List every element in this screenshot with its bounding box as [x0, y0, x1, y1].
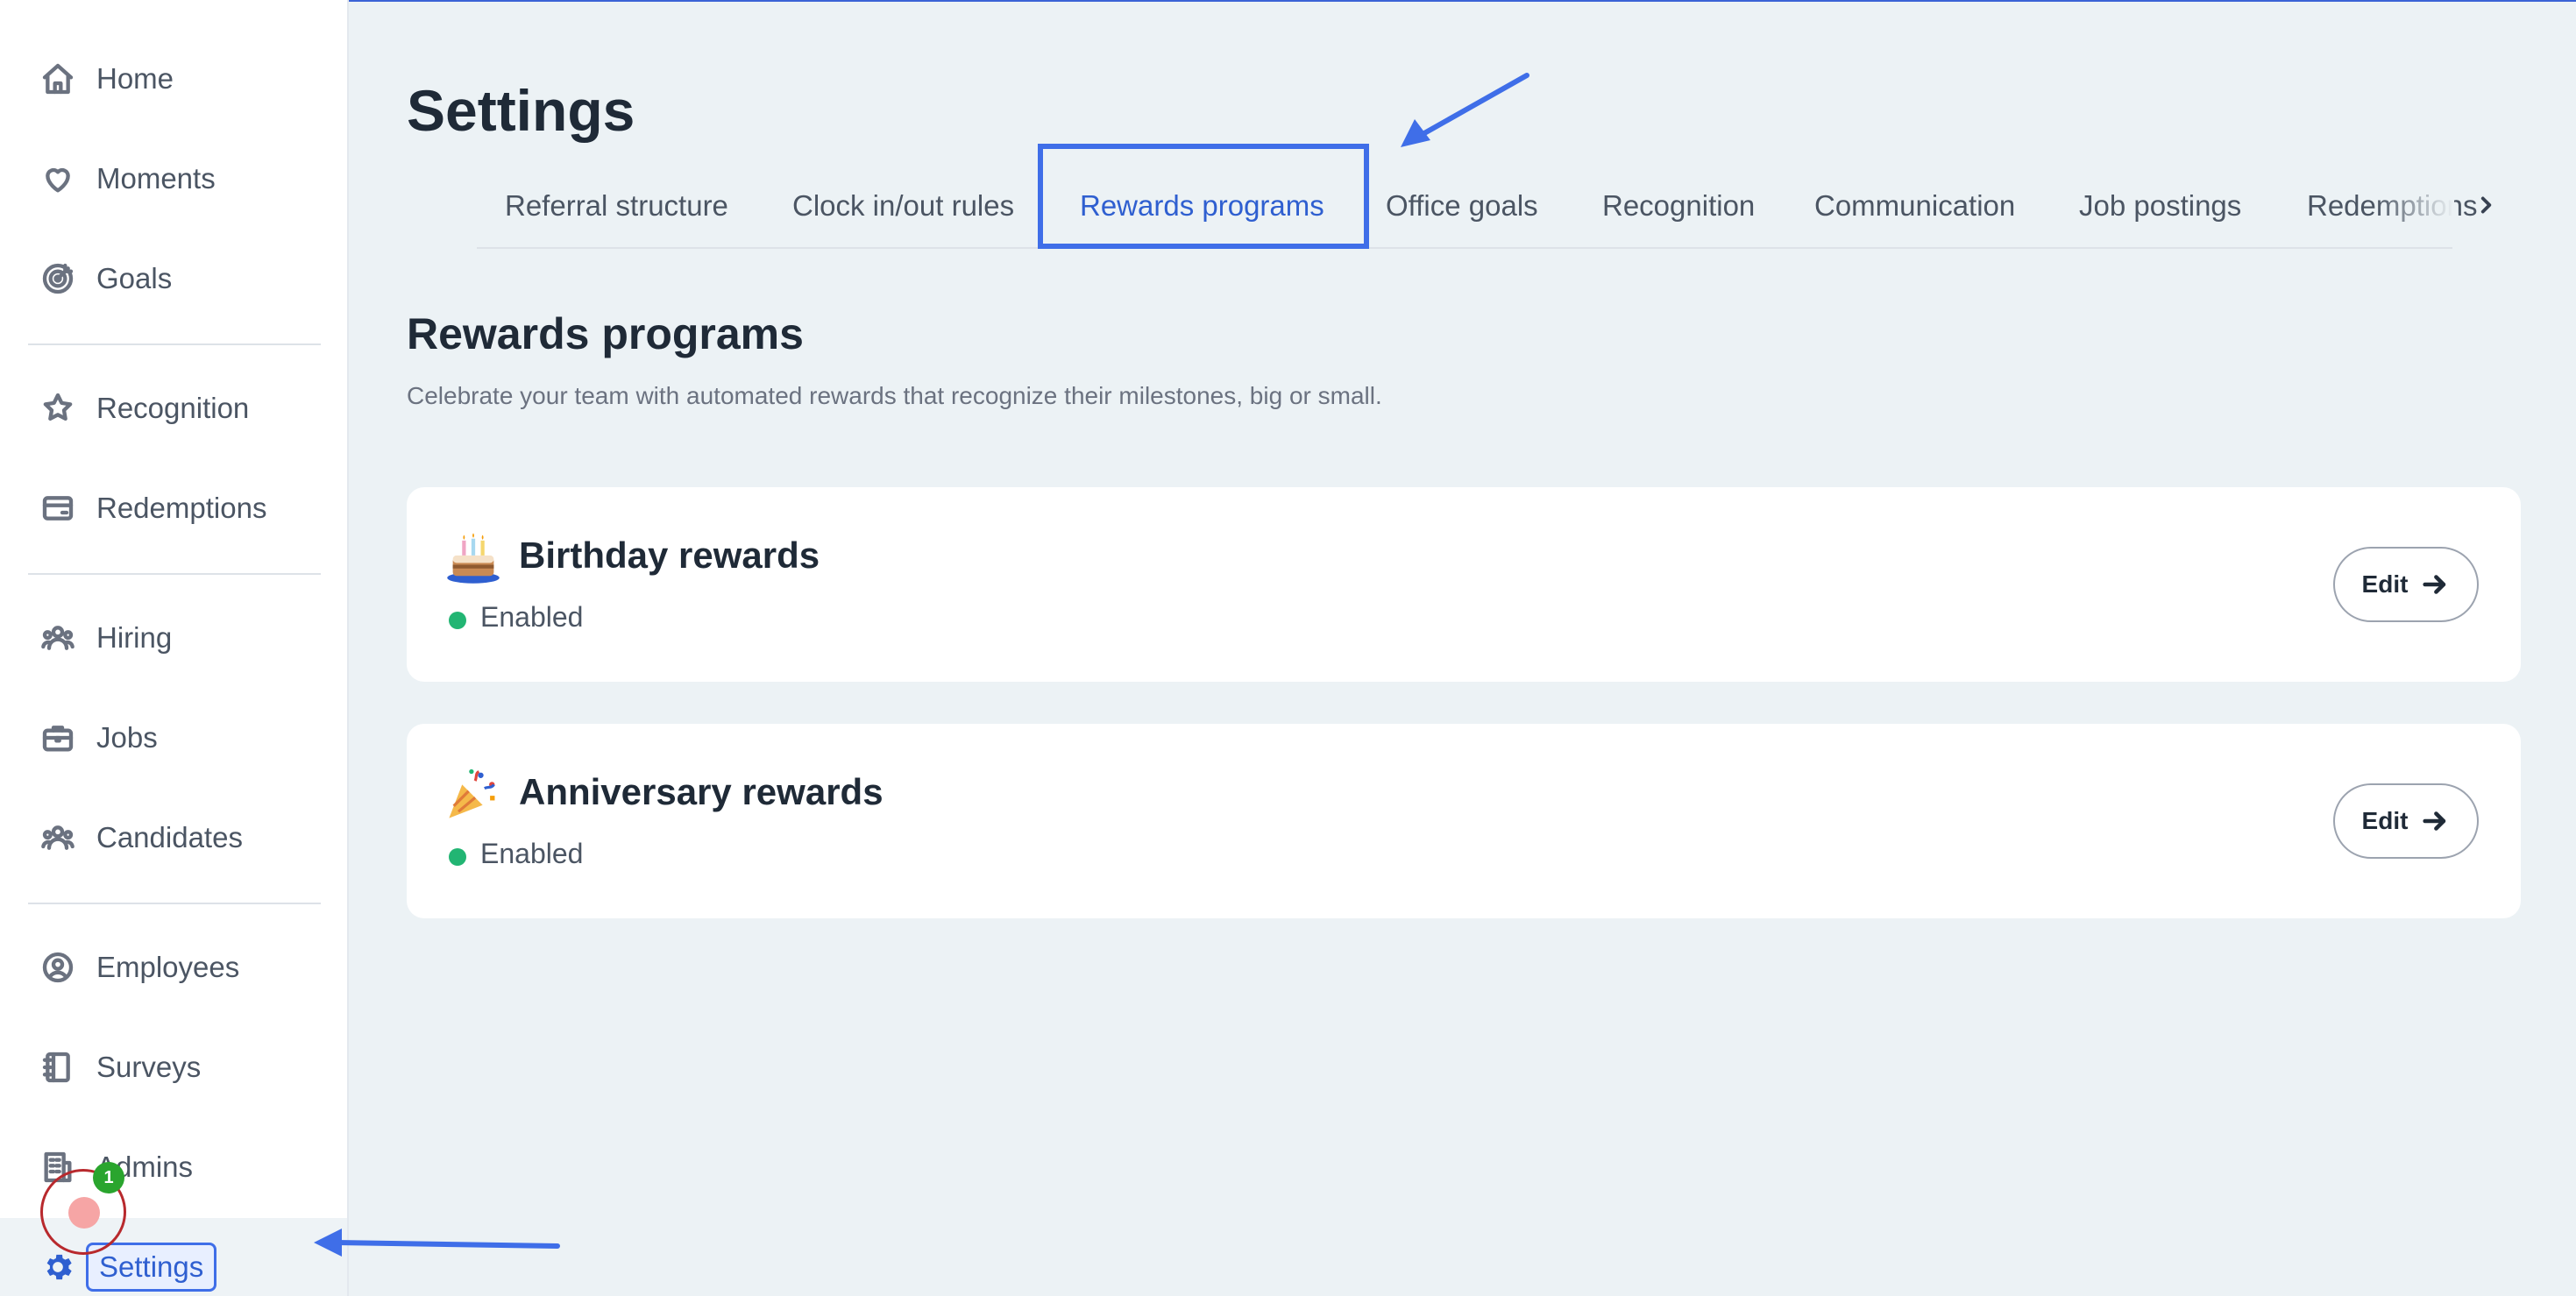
sidebar-item-label: Goals [96, 262, 173, 294]
sidebar-item-hiring[interactable]: Hiring [28, 612, 326, 664]
reward-card-title: Anniversary rewards [519, 771, 884, 812]
user-circle-icon [28, 948, 86, 987]
party-popper-icon [444, 764, 503, 824]
people-icon [28, 619, 86, 657]
top-accent-line [0, 0, 2576, 2]
sidebar-divider [28, 573, 321, 575]
tab-office-goals[interactable]: Office goals [1386, 189, 1538, 223]
sidebar-item-label: Surveys [96, 1051, 202, 1083]
heart-icon [28, 159, 86, 198]
status-indicator-dot [449, 848, 466, 866]
click-indicator-dot [68, 1197, 100, 1229]
tabs-overflow-fade [2375, 175, 2454, 245]
sidebar-item-label: Jobs [96, 721, 158, 754]
sidebar-item-label: Redemptions [96, 492, 267, 524]
sidebar-item-moments[interactable]: Moments [28, 152, 326, 205]
birthday-cake-icon [444, 528, 503, 587]
home-icon [28, 60, 86, 98]
sidebar-item-home[interactable]: Home [28, 53, 326, 105]
chevron-right-icon [2480, 196, 2492, 214]
sidebar: Home Moments Goals Recognition Redemptio… [0, 0, 349, 1296]
sidebar-divider [28, 903, 321, 904]
edit-birthday-rewards-button[interactable]: Edit [2333, 547, 2479, 622]
reward-card-title: Birthday rewards [519, 535, 820, 576]
sidebar-item-label: Moments [96, 162, 216, 195]
arrow-right-icon [2423, 575, 2446, 594]
sidebar-item-employees[interactable]: Employees [28, 941, 326, 994]
sidebar-item-label: Home [96, 62, 174, 95]
sidebar-item-redemptions[interactable]: Redemptions [28, 482, 326, 535]
tabs-scroll-right-button[interactable] [2468, 188, 2503, 223]
status-label: Enabled [480, 838, 584, 869]
edit-anniversary-rewards-button[interactable]: Edit [2333, 783, 2479, 859]
tab-clock-in-out-rules[interactable]: Clock in/out rules [792, 189, 1014, 223]
edit-button-label: Edit [2361, 807, 2409, 834]
status-label: Enabled [480, 601, 584, 633]
sidebar-item-candidates[interactable]: Candidates [28, 811, 326, 864]
credit-card-icon [28, 489, 86, 528]
sidebar-divider [28, 343, 321, 345]
click-step-badge: 1 [93, 1162, 124, 1193]
sidebar-item-goals[interactable]: Goals [28, 252, 326, 305]
people-icon [28, 818, 86, 857]
star-badge-icon [28, 389, 86, 428]
tab-job-postings[interactable]: Job postings [2079, 189, 2241, 223]
sidebar-item-label: Settings [86, 1243, 217, 1292]
sidebar-item-recognition[interactable]: Recognition [28, 382, 326, 435]
briefcase-icon [28, 719, 86, 757]
sidebar-item-jobs[interactable]: Jobs [28, 712, 326, 764]
status-indicator-dot [449, 612, 466, 629]
section-title: Rewards programs [407, 309, 804, 358]
sidebar-item-label: Recognition [96, 392, 250, 424]
page-title: Settings [407, 78, 635, 143]
sidebar-item-label: Employees [96, 951, 240, 983]
settings-tabs: Referral structure Clock in/out rules Re… [477, 174, 2477, 249]
annotation-arrow-settings [314, 1229, 560, 1257]
reward-card-anniversary: Anniversary rewards Enabled Edit [407, 724, 2521, 918]
arrow-right-icon [2423, 811, 2446, 831]
edit-button-label: Edit [2361, 570, 2409, 598]
reward-card-birthday: Birthday rewards Enabled Edit [407, 487, 2521, 682]
tab-referral-structure[interactable]: Referral structure [505, 189, 728, 223]
sidebar-item-label: Candidates [96, 821, 243, 853]
tab-recognition[interactable]: Recognition [1602, 189, 1755, 223]
annotation-arrow-tab [1401, 73, 1529, 147]
sidebar-item-label: Hiring [96, 621, 173, 654]
sidebar-item-surveys[interactable]: Surveys [28, 1041, 326, 1094]
annotation-highlight-box [1038, 144, 1369, 249]
tab-communication[interactable]: Communication [1814, 189, 2015, 223]
notebook-icon [28, 1048, 86, 1087]
target-icon [28, 259, 86, 298]
section-description: Celebrate your team with automated rewar… [407, 382, 1382, 409]
